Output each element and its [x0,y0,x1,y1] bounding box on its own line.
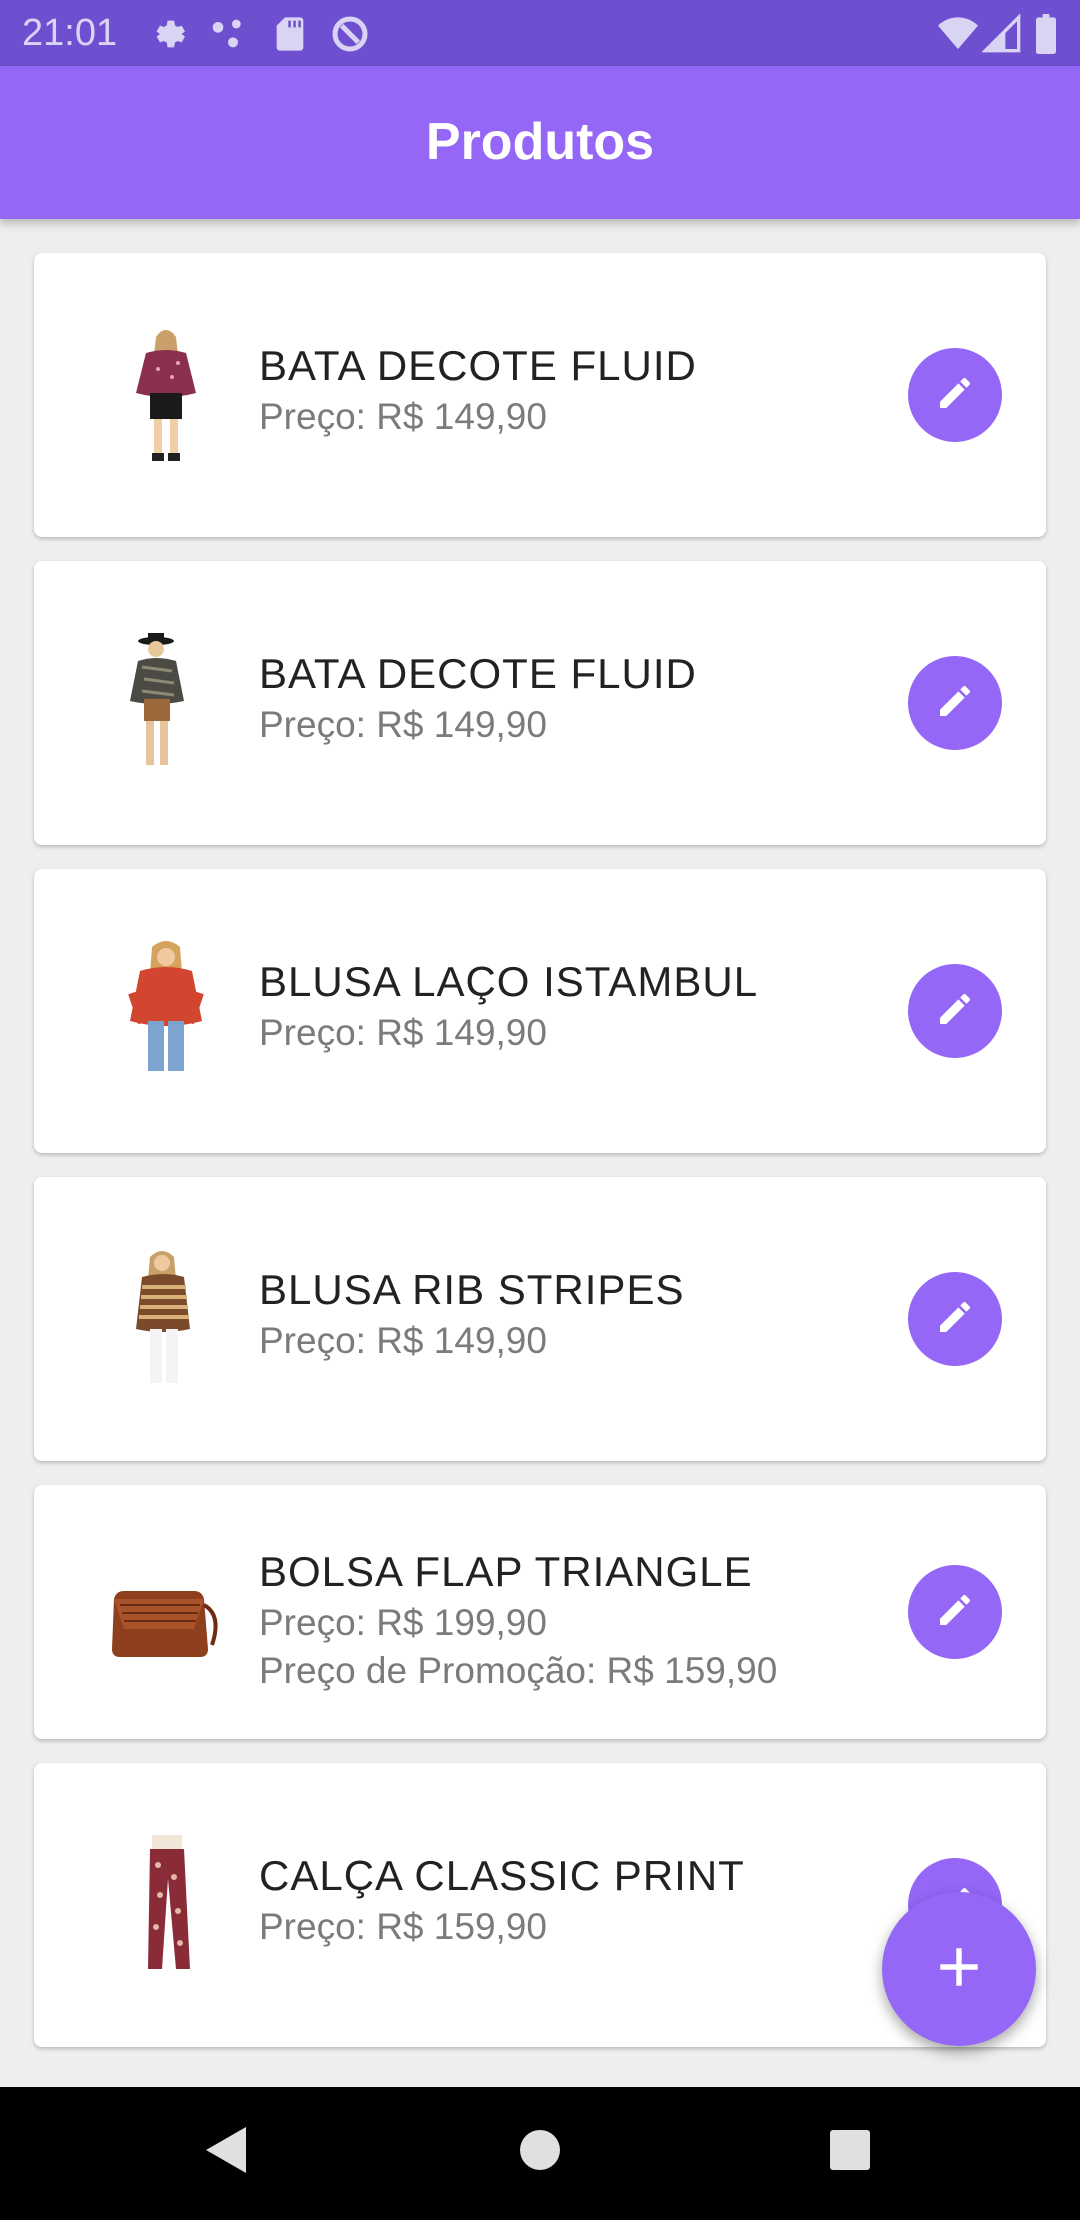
back-button[interactable] [192,2117,262,2187]
product-card[interactable]: BOLSA FLAP TRIANGLE Preço: R$ 199,90 Pre… [34,1485,1046,1739]
product-name: BOLSA FLAP TRIANGLE [259,1548,753,1595]
sd-card-icon [270,14,310,54]
home-button[interactable] [505,2117,575,2187]
product-card[interactable]: BLUSA RIB STRIPES Preço: R$ 149,90 [34,1177,1046,1461]
product-price: Preço: R$ 149,90 [259,396,547,437]
product-name: BATA DECOTE FLUID [259,342,697,389]
status-time: 21:01 [22,12,118,54]
edit-button[interactable] [908,1272,1002,1366]
at-sign-icon [330,14,370,54]
product-card[interactable]: BLUSA LAÇO ISTAMBUL Preço: R$ 149,90 [34,869,1046,1153]
edit-pencil-icon [935,1297,975,1342]
product-image [106,325,226,465]
product-name: BATA DECOTE FLUID [259,650,697,697]
product-info: BLUSA RIB STRIPES Preço: R$ 149,90 [259,1263,684,1365]
product-info: BOLSA FLAP TRIANGLE Preço: R$ 199,90 Pre… [259,1545,777,1695]
back-triangle-icon [204,2125,250,2180]
app-bar: Produtos [0,66,1080,219]
product-price: Preço: R$ 199,90 [259,1602,547,1643]
product-image [106,1249,226,1389]
page-title: Produtos [425,113,655,171]
edit-button[interactable] [908,656,1002,750]
add-product-button[interactable] [882,1892,1036,2046]
edit-button[interactable] [908,1565,1002,1659]
share-dots-icon [208,14,248,54]
product-promo-price: Preço de Promoção: R$ 159,90 [259,1650,778,1691]
product-card[interactable]: BATA DECOTE FLUID Preço: R$ 149,90 [34,253,1046,537]
edit-button[interactable] [908,348,1002,442]
product-info: BATA DECOTE FLUID Preço: R$ 149,90 [259,647,697,749]
recents-square-icon [828,2128,872,2177]
product-image [96,1565,226,1665]
product-price: Preço: R$ 159,90 [259,1906,547,1947]
product-price: Preço: R$ 149,90 [259,1012,547,1053]
edit-pencil-icon [935,681,975,726]
system-nav-bar [0,2087,1080,2220]
product-list[interactable]: BATA DECOTE FLUID Preço: R$ 149,90 BATA … [0,219,1080,2087]
product-image [106,1835,226,1975]
wifi-icon [936,14,980,54]
edit-button[interactable] [908,964,1002,1058]
edit-pencil-icon [935,989,975,1034]
product-image [106,941,226,1081]
product-name: CALÇA CLASSIC PRINT [259,1852,745,1899]
recents-button[interactable] [815,2117,885,2187]
product-card[interactable]: BATA DECOTE FLUID Preço: R$ 149,90 [34,561,1046,845]
product-price: Preço: R$ 149,90 [259,704,547,745]
product-image [106,633,226,773]
product-price: Preço: R$ 149,90 [259,1320,547,1361]
add-plus-icon [934,1942,984,1997]
product-name: BLUSA RIB STRIPES [259,1266,685,1313]
home-circle-icon [518,2128,562,2177]
edit-pencil-icon [935,1590,975,1635]
product-info: BLUSA LAÇO ISTAMBUL Preço: R$ 149,90 [259,955,758,1057]
product-name: BLUSA LAÇO ISTAMBUL [259,958,759,1005]
product-info: BATA DECOTE FLUID Preço: R$ 149,90 [259,339,697,441]
edit-pencil-icon [935,373,975,418]
signal-icon [981,13,1022,54]
status-bar: 21:01 [0,0,1080,66]
product-info: CALÇA CLASSIC PRINT Preço: R$ 159,90 [259,1849,745,1951]
settings-icon [150,14,190,54]
battery-icon [1034,14,1058,54]
